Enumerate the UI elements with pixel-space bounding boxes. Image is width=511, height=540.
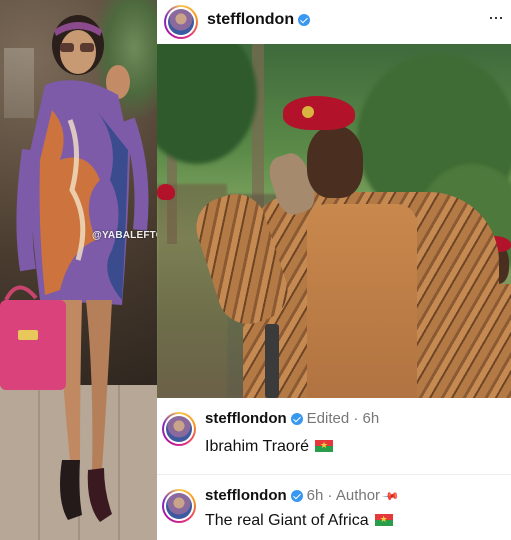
verified-badge-icon [298, 13, 311, 26]
pin-icon: 📌 [381, 487, 400, 506]
comment-body: Ibrahim Traoré [205, 438, 310, 455]
comment-avatar[interactable] [162, 412, 196, 446]
soldier-beret [283, 96, 355, 130]
left-photo: @YABALEFTONLINE [0, 0, 157, 540]
avatar[interactable] [164, 5, 198, 39]
woman-figure [0, 15, 149, 522]
comment-username[interactable]: stefflondon 6h · Author📌 [205, 487, 400, 506]
burkina-faso-flag-icon [315, 439, 334, 452]
header-username[interactable]: stefflondon [207, 11, 311, 29]
background-beret [157, 184, 175, 200]
username-text[interactable]: stefflondon [207, 11, 294, 28]
comment-text: The real Giant of Africa [205, 512, 393, 530]
burkina-faso-flag-icon [374, 513, 393, 526]
comment-username-text[interactable]: stefflondon [205, 410, 287, 427]
more-options-icon[interactable]: ··· [488, 8, 504, 26]
post-header: stefflondon ··· [157, 0, 511, 44]
soldier-head [307, 126, 363, 198]
watermark: @YABALEFTONLINE [92, 230, 157, 241]
verified-badge-icon [290, 490, 303, 503]
photo-foliage [157, 44, 257, 164]
soldier-shirt [307, 204, 417, 398]
main-photo [157, 44, 511, 398]
comment-meta: 6h · Author [306, 487, 381, 504]
comment-body: The real Giant of Africa [205, 512, 369, 529]
comment-meta: Edited · 6h [306, 410, 380, 427]
verified-badge-icon [290, 413, 303, 426]
comment-1: stefflondon Edited · 6h Ibrahim Traoré [157, 398, 511, 474]
comment-avatar[interactable] [162, 489, 196, 523]
comment-text: Ibrahim Traoré [205, 438, 334, 456]
comment-username[interactable]: stefflondon Edited · 6h [205, 410, 379, 427]
beret-badge-icon [302, 106, 314, 118]
comment-username-text[interactable]: stefflondon [205, 487, 287, 504]
holster [265, 324, 279, 398]
comment-2: stefflondon 6h · Author📌 The real Giant o… [157, 475, 511, 540]
